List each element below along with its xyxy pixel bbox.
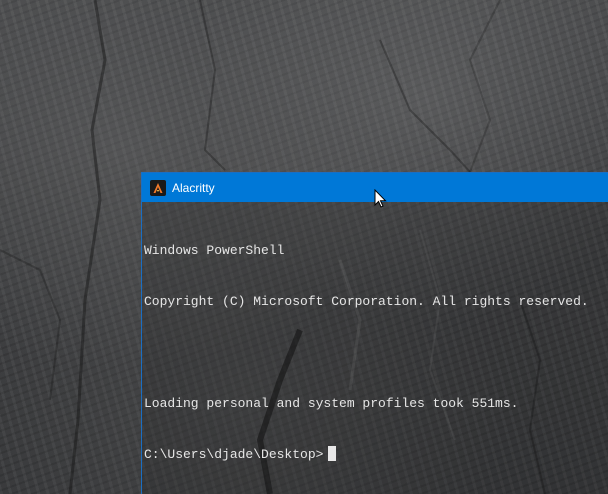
window-title: Alacritty <box>172 180 215 195</box>
terminal-output[interactable]: Windows PowerShell Copyright (C) Microso… <box>142 202 608 494</box>
prompt-line[interactable]: C:\Users\djade\Desktop> <box>144 446 608 463</box>
terminal-line: Windows PowerShell <box>144 243 285 258</box>
alacritty-icon <box>150 179 166 196</box>
mouse-pointer-icon <box>374 189 387 208</box>
prompt-text: C:\Users\djade\Desktop> <box>144 447 324 462</box>
alacritty-window[interactable]: Alacritty Windows PowerShell Copyright (… <box>141 172 608 494</box>
terminal-line: Copyright (C) Microsoft Corporation. All… <box>144 294 589 309</box>
terminal-line: Loading personal and system profiles too… <box>144 396 519 411</box>
text-cursor <box>328 446 337 461</box>
